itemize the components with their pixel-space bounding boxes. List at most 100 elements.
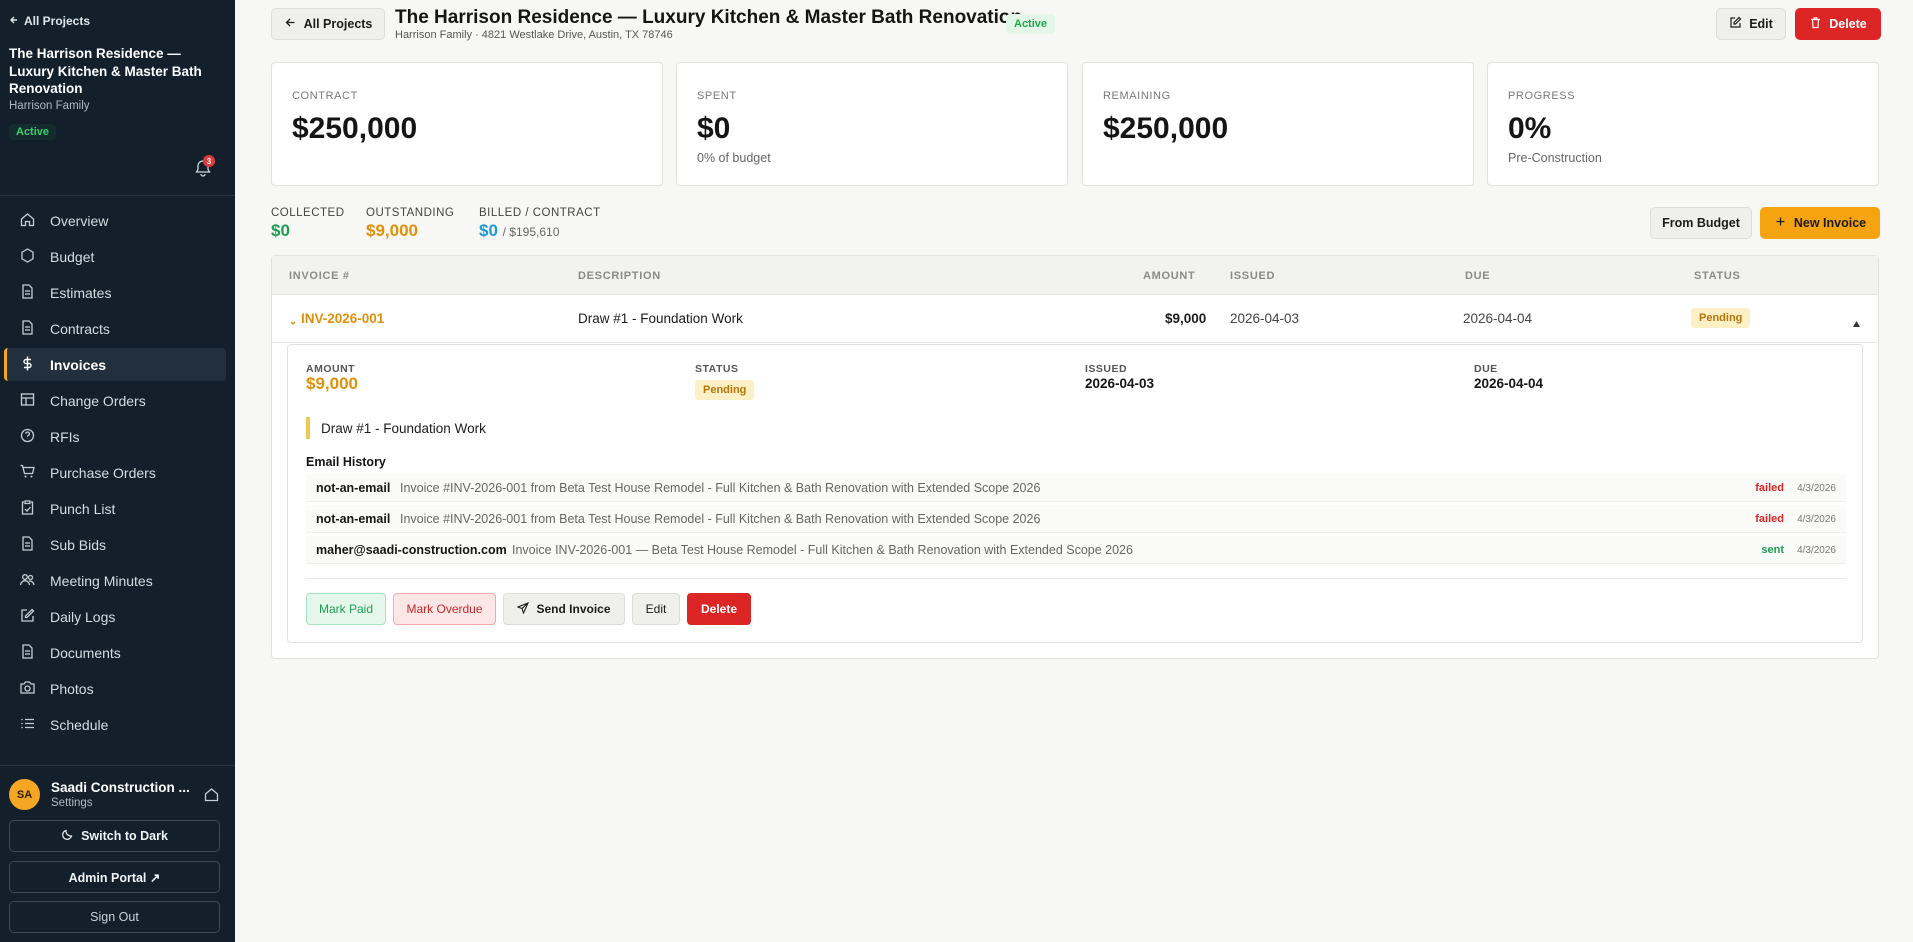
table-row[interactable]: INV-2026-001 Draw #1 - Foundation Work $… (272, 295, 1878, 343)
invoice-detail-panel: AMOUNT $9,000 STATUS Pending ISSUED 2026… (287, 344, 1863, 643)
column-header-issued: ISSUED (1230, 270, 1276, 282)
sidebar-item-schedule[interactable]: Schedule (4, 708, 226, 741)
sidebar-item-estimates[interactable]: Estimates (4, 276, 226, 309)
email-date: 4/3/2026 (1797, 514, 1836, 525)
sidebar-divider (0, 765, 235, 766)
sidebar-project-client: Harrison Family (9, 100, 90, 112)
sidebar-item-meeting-minutes[interactable]: Meeting Minutes (4, 564, 226, 597)
detail-issued-label: ISSUED (1085, 363, 1128, 375)
new-invoice-button[interactable]: New Invoice (1760, 207, 1880, 239)
document-icon (19, 319, 36, 339)
sidebar-item-label: Meeting Minutes (50, 572, 153, 589)
sidebar-item-label: RFIs (50, 428, 80, 445)
email-subject: Invoice INV-2026-001 — Beta Test House R… (512, 543, 1133, 557)
all-projects-link[interactable]: All Projects (9, 14, 90, 28)
trash-icon (1809, 16, 1822, 32)
sidebar-item-label: Daily Logs (50, 608, 116, 625)
collected-label: COLLECTED (271, 207, 345, 219)
sidebar-item-daily-logs[interactable]: Daily Logs (4, 600, 226, 633)
collapse-caret-icon[interactable] (1852, 315, 1861, 333)
sidebar: All Projects The Harrison Residence — Lu… (0, 0, 235, 942)
admin-portal-button[interactable]: Admin Portal ↗ (9, 861, 220, 893)
status-badge: Active (1006, 14, 1056, 34)
billed-value: $0 (479, 221, 498, 240)
card-subtext: 0% of budget (697, 151, 771, 165)
sidebar-item-contracts[interactable]: Contracts (4, 312, 226, 345)
sidebar-item-sub-bids[interactable]: Sub Bids (4, 528, 226, 561)
delete-project-button[interactable]: Delete (1795, 8, 1881, 40)
sidebar-item-overview[interactable]: Overview (4, 204, 226, 237)
card-label: PROGRESS (1508, 90, 1576, 102)
home-icon[interactable] (203, 786, 220, 803)
sidebar-nav: Overview Budget Estimates Contracts Invo… (4, 204, 226, 744)
settings-link[interactable]: Settings (51, 797, 93, 809)
column-header-amount: AMOUNT (1143, 270, 1196, 282)
send-invoice-label: Send Invoice (536, 602, 611, 616)
table-header: INVOICE # DESCRIPTION AMOUNT ISSUED DUE … (272, 256, 1878, 295)
billed-contract-label: BILLED / CONTRACT (479, 207, 601, 219)
help-circle-icon (19, 427, 36, 447)
invoice-number-link[interactable]: INV-2026-001 (301, 311, 384, 326)
contract-card: CONTRACT $250,000 (271, 62, 663, 186)
from-budget-button[interactable]: From Budget (1650, 207, 1752, 239)
all-projects-label: All Projects (303, 17, 373, 31)
progress-card: PROGRESS 0% Pre-Construction (1487, 62, 1879, 186)
spent-card: SPENT $0 0% of budget (676, 62, 1068, 186)
sign-out-button[interactable]: Sign Out (9, 901, 220, 933)
sidebar-item-budget[interactable]: Budget (4, 240, 226, 273)
edit-invoice-button[interactable]: Edit (632, 593, 680, 625)
email-date: 4/3/2026 (1797, 545, 1836, 556)
switch-theme-label: Switch to Dark (81, 829, 168, 843)
sidebar-item-label: Purchase Orders (50, 464, 156, 481)
sidebar-item-label: Estimates (50, 284, 112, 301)
sidebar-item-punch-list[interactable]: Punch List (4, 492, 226, 525)
detail-status-label: STATUS (695, 363, 739, 375)
contract-total: / $195,610 (502, 225, 560, 239)
expand-chevron-icon[interactable] (289, 314, 297, 332)
switch-theme-button[interactable]: Switch to Dark (9, 820, 220, 852)
email-history-row: not-an-email Invoice #INV-2026-001 from … (306, 505, 1846, 533)
document-icon (19, 283, 36, 303)
sidebar-item-change-orders[interactable]: Change Orders (4, 384, 226, 417)
list-icon (19, 715, 36, 735)
column-header-description: DESCRIPTION (578, 270, 661, 282)
card-label: CONTRACT (292, 90, 358, 102)
delete-label: Delete (1829, 17, 1867, 31)
avatar[interactable]: SA (9, 779, 40, 810)
dollar-icon (19, 355, 36, 375)
sidebar-item-photos[interactable]: Photos (4, 672, 226, 705)
detail-due-label: DUE (1474, 363, 1498, 375)
invoice-issued: 2026-04-03 (1230, 311, 1300, 326)
mark-overdue-button[interactable]: Mark Overdue (393, 593, 496, 625)
sidebar-item-rfis[interactable]: RFIs (4, 420, 226, 453)
detail-status-badge: Pending (695, 380, 755, 400)
sidebar-item-label: Budget (50, 248, 95, 265)
edit-project-button[interactable]: Edit (1716, 8, 1786, 40)
camera-icon (19, 679, 36, 699)
delete-invoice-button[interactable]: Delete (687, 593, 751, 625)
cart-icon (19, 463, 36, 483)
card-value: $250,000 (292, 112, 418, 145)
sidebar-divider (0, 195, 235, 196)
card-label: REMAINING (1103, 90, 1171, 102)
plus-icon (1774, 215, 1787, 231)
notification-count-badge: 3 (203, 155, 215, 167)
remaining-card: REMAINING $250,000 (1082, 62, 1474, 186)
sidebar-item-purchase-orders[interactable]: Purchase Orders (4, 456, 226, 489)
sidebar-item-label: Change Orders (50, 392, 146, 409)
sidebar-item-documents[interactable]: Documents (4, 636, 226, 669)
send-invoice-button[interactable]: Send Invoice (503, 593, 625, 625)
sidebar-item-label: Documents (50, 644, 121, 661)
new-invoice-label: New Invoice (1793, 216, 1867, 230)
sidebar-item-label: Punch List (50, 500, 116, 517)
email-subject: Invoice #INV-2026-001 from Beta Test Hou… (400, 481, 1041, 495)
mark-paid-button[interactable]: Mark Paid (306, 593, 386, 625)
email-status: failed (1755, 482, 1784, 494)
card-label: SPENT (697, 90, 737, 102)
email-recipient: maher@saadi-construction.com (316, 543, 507, 557)
sidebar-item-invoices[interactable]: Invoices (4, 348, 226, 381)
all-projects-button[interactable]: All Projects (271, 8, 385, 40)
user-name[interactable]: Saadi Construction ... (51, 780, 196, 795)
hexagon-icon (19, 247, 36, 267)
sidebar-item-label: Sub Bids (50, 536, 107, 553)
